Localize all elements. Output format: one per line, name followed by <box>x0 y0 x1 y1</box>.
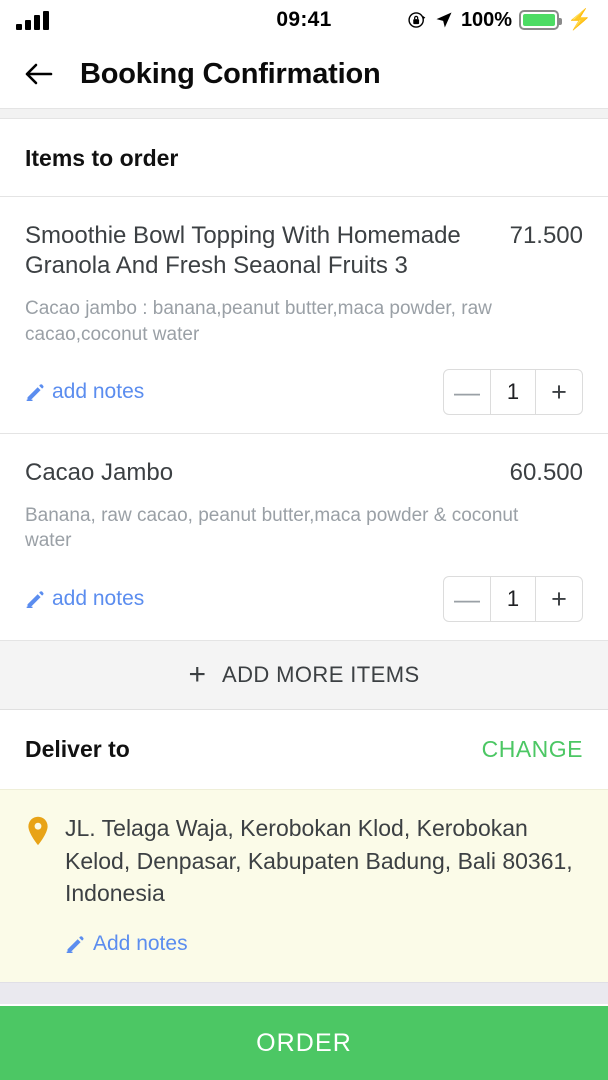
order-button[interactable]: ORDER <box>0 1004 608 1080</box>
pencil-icon <box>66 936 84 953</box>
item-quantity-stepper[interactable]: — 1 + <box>443 576 583 623</box>
items-section-header: Items to order <box>0 118 608 196</box>
item-add-notes-label: add notes <box>52 380 145 404</box>
battery-percent-label: 100% <box>460 8 513 31</box>
deliver-to-section: Deliver to CHANGE <box>0 710 608 790</box>
section-spacer <box>0 108 608 119</box>
change-address-button[interactable]: CHANGE <box>482 736 583 763</box>
item-add-notes-button[interactable]: add notes <box>25 380 144 404</box>
item-price: 71.500 <box>509 221 583 249</box>
order-button-label: ORDER <box>256 1028 352 1057</box>
page-title: Booking Confirmation <box>80 57 381 90</box>
order-item-row: Cacao Jambo 60.500 Banana, raw cacao, pe… <box>0 434 608 641</box>
order-item-row: Smoothie Bowl Topping With Homemade Gran… <box>0 196 608 434</box>
quantity-value: 1 <box>490 577 536 622</box>
pencil-icon <box>26 384 44 402</box>
address-add-notes-label: Add notes <box>93 932 188 955</box>
back-arrow-icon[interactable] <box>22 58 54 90</box>
page-header: Booking Confirmation <box>0 40 608 108</box>
item-price: 60.500 <box>509 459 583 487</box>
charging-bolt-icon: ⚡ <box>567 9 592 31</box>
delivery-address-text: JL. Telaga Waja, Kerobokan Klod, Kerobok… <box>65 815 573 907</box>
item-quantity-stepper[interactable]: — 1 + <box>443 369 583 416</box>
deliver-to-label: Deliver to <box>25 736 130 763</box>
app-screen: 09:41 100% ⚡ Booking Confirmation Items … <box>0 0 608 1080</box>
item-name: Cacao Jambo <box>25 459 174 487</box>
increment-quantity-button[interactable]: + <box>536 577 582 621</box>
delivery-address-card[interactable]: JL. Telaga Waja, Kerobokan Klod, Kerobok… <box>0 789 608 982</box>
next-section-edge <box>0 982 608 1004</box>
quantity-value: 1 <box>490 370 536 415</box>
rotation-lock-icon <box>408 12 426 28</box>
pencil-icon <box>26 591 44 609</box>
add-more-items-button[interactable]: + ADD MORE ITEMS <box>0 640 608 711</box>
decrement-quantity-button[interactable]: — <box>444 370 490 414</box>
items-section-title: Items to order <box>25 144 179 171</box>
plus-icon: + <box>188 658 207 692</box>
item-name: Smoothie Bowl Topping With Homemade Gran… <box>25 221 461 280</box>
item-add-notes-button[interactable]: add notes <box>25 587 144 611</box>
address-add-notes-button[interactable]: Add notes <box>65 932 583 956</box>
item-description: Cacao jambo : banana,peanut butter,maca … <box>25 298 492 345</box>
item-add-notes-label: add notes <box>52 587 145 611</box>
decrement-quantity-button[interactable]: — <box>444 577 490 621</box>
add-more-items-label: ADD MORE ITEMS <box>222 662 420 688</box>
battery-full-icon <box>519 10 563 30</box>
item-description: Banana, raw cacao, peanut butter,maca po… <box>25 504 519 552</box>
location-arrow-icon <box>436 12 452 28</box>
increment-quantity-button[interactable]: + <box>536 370 582 414</box>
status-bar: 09:41 100% ⚡ <box>0 0 608 40</box>
map-pin-icon <box>28 816 48 846</box>
